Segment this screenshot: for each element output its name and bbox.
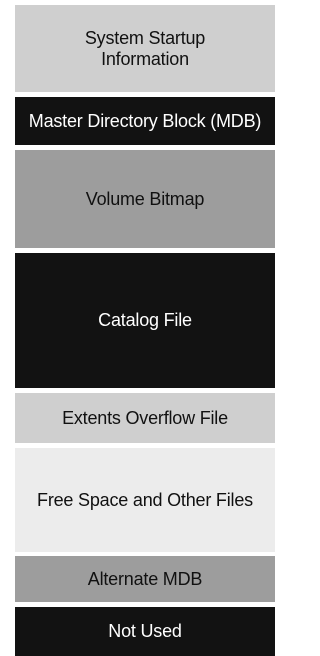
block-label: Free Space and Other Files [37,489,253,510]
block-label: Catalog File [98,310,192,330]
block-label: Not Used [108,621,182,641]
block-alternate-mdb: Alternate MDB [15,556,275,602]
block-extents-overflow-file: Extents Overflow File [15,393,275,443]
block-free-space-and-other-files: Free Space and Other Files [15,448,275,552]
block-volume-bitmap: Volume Bitmap [15,150,275,248]
block-system-startup-information: System Startup Information [15,5,275,92]
block-label: Master Directory Block (MDB) [28,110,262,131]
block-catalog-file: Catalog File [15,253,275,388]
block-label: System Startup Information [84,27,206,69]
block-label: Extents Overflow File [62,407,228,428]
block-label: Volume Bitmap [85,188,205,209]
block-master-directory-block: Master Directory Block (MDB) [15,97,275,145]
block-not-used: Not Used [15,607,275,656]
block-label: Alternate MDB [87,568,203,589]
